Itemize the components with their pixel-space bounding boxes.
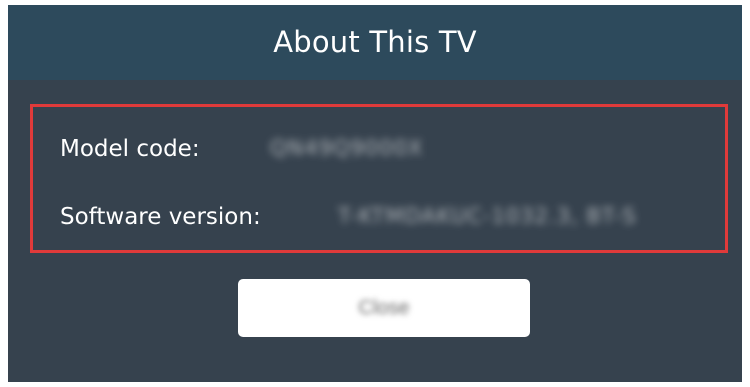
- dialog-title: About This TV: [273, 25, 477, 59]
- close-button-label: Close: [358, 297, 410, 319]
- software-version-label: Software version:: [60, 204, 261, 230]
- model-code-value: QN49Q9000X: [270, 136, 424, 160]
- close-button[interactable]: Close: [238, 279, 530, 337]
- title-bar: About This TV: [8, 5, 742, 80]
- about-tv-dialog: About This TV Model code: QN49Q9000X Sof…: [8, 5, 742, 382]
- software-version-value: T-KTMDAKUC-1032.3, BT-S: [338, 204, 637, 228]
- model-code-label: Model code:: [60, 136, 200, 162]
- info-highlight-box: [30, 104, 728, 253]
